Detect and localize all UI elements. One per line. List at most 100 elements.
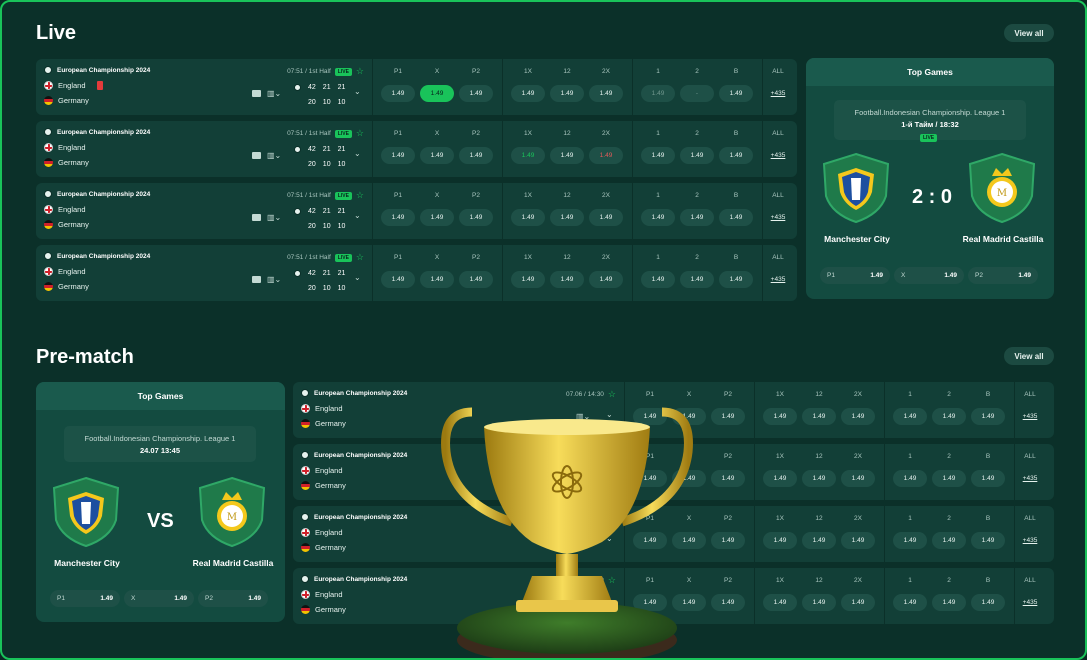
odds-button[interactable]: 1.49 (711, 470, 745, 487)
more-markets-link[interactable]: +435 (763, 214, 793, 221)
odds-button[interactable]: 1.49 (802, 470, 836, 487)
odds-button[interactable]: 1.49 (459, 85, 493, 102)
odds-button[interactable]: 1.49 (459, 209, 493, 226)
chevron-down-icon[interactable]: ⌄ (354, 273, 361, 282)
odds-button[interactable]: 1.49 (763, 594, 797, 611)
odds-button[interactable]: 1.49 (893, 470, 927, 487)
odds-button[interactable]: 1.49 (711, 408, 745, 425)
odds-button[interactable]: 1.49 (802, 532, 836, 549)
odds-button[interactable]: 1.49 (550, 209, 584, 226)
pm-top-games-odd-p2[interactable]: P2 1.49 (198, 590, 268, 607)
odds-button[interactable]: 1.49 (763, 470, 797, 487)
match-row[interactable]: European Championship 2024 England Germany… (36, 59, 797, 115)
odds-button[interactable]: 1.49 (763, 532, 797, 549)
odds-button[interactable]: 1.49 (711, 594, 745, 611)
odds-button[interactable]: 1.49 (550, 271, 584, 288)
odds-button[interactable]: 1.49 (589, 271, 623, 288)
odds-button[interactable]: 1.49 (932, 594, 966, 611)
odds-button[interactable]: 1.49 (893, 594, 927, 611)
odds-button[interactable]: 1.49 (932, 532, 966, 549)
more-markets-link[interactable]: +435 (763, 90, 793, 97)
odds-button[interactable]: 1.49 (893, 532, 927, 549)
odds-button[interactable]: 1.49 (550, 147, 584, 164)
live-view-all-button[interactable]: View all (1004, 24, 1054, 42)
odds-button[interactable]: 1.49 (802, 594, 836, 611)
odds-button[interactable]: 1.49 (589, 147, 623, 164)
top-games-odd-x[interactable]: X 1.49 (894, 267, 964, 284)
favorite-star-icon[interactable]: ☆ (356, 66, 364, 77)
pm-top-games-odd-p1[interactable]: P1 1.49 (50, 590, 120, 607)
match-row[interactable]: European Championship 2024 England Germany… (36, 183, 797, 239)
odds-button[interactable]: 1.49 (932, 408, 966, 425)
top-games-odd-p2[interactable]: P2 1.49 (968, 267, 1038, 284)
odds-button[interactable]: 1.49 (841, 594, 875, 611)
odds-button[interactable]: 1.49 (511, 147, 545, 164)
odds-button[interactable]: 1.49 (719, 85, 753, 102)
chevron-down-icon[interactable]: ⌄ (354, 87, 361, 96)
more-markets-link[interactable]: +435 (763, 152, 793, 159)
odds-button[interactable]: 1.49 (641, 209, 675, 226)
tv-stream-icon[interactable] (252, 152, 261, 159)
odds-button[interactable]: 1.49 (971, 470, 1005, 487)
prematch-view-all-button[interactable]: View all (1004, 347, 1054, 365)
more-markets-link[interactable]: +435 (1015, 599, 1045, 606)
favorite-star-icon[interactable]: ☆ (356, 190, 364, 201)
chevron-down-icon[interactable]: ⌄ (354, 211, 361, 220)
statistics-icon[interactable]: ▥⌄ (267, 151, 281, 160)
statistics-icon[interactable]: ▥⌄ (267, 213, 281, 222)
match-row[interactable]: European Championship 2024 England Germany… (36, 245, 797, 301)
live-top-games-card[interactable]: Top Games Football.Indonesian Championsh… (806, 58, 1054, 299)
odds-button[interactable]: 1.49 (511, 209, 545, 226)
odds-button[interactable]: 1.49 (511, 85, 545, 102)
odds-button[interactable]: 1.49 (420, 85, 454, 102)
odds-button[interactable]: 1.49 (459, 147, 493, 164)
odds-button[interactable]: 1.49 (802, 408, 836, 425)
odds-button[interactable]: 1.49 (971, 408, 1005, 425)
chevron-down-icon[interactable]: ⌄ (354, 149, 361, 158)
prematch-top-games-card[interactable]: Top Games Football.Indonesian Championsh… (36, 382, 285, 622)
odds-button[interactable]: 1.49 (511, 271, 545, 288)
odds-button[interactable]: 1.49 (711, 532, 745, 549)
odds-button[interactable]: 1.49 (841, 408, 875, 425)
odds-button[interactable]: 1.49 (841, 470, 875, 487)
odds-button[interactable]: 1.49 (763, 408, 797, 425)
odds-button[interactable]: 1.49 (420, 271, 454, 288)
odds-button[interactable]: 1.49 (680, 147, 714, 164)
odds-button[interactable]: 1.49 (719, 147, 753, 164)
more-markets-link[interactable]: +435 (1015, 475, 1045, 482)
odds-button[interactable]: 1.49 (420, 147, 454, 164)
odds-button[interactable]: 1.49 (381, 271, 415, 288)
odds-button[interactable]: 1.49 (971, 594, 1005, 611)
odds-button[interactable]: 1.49 (893, 408, 927, 425)
odds-button[interactable]: 1.49 (680, 209, 714, 226)
match-row[interactable]: European Championship 2024 England Germany… (36, 121, 797, 177)
odds-button[interactable]: - (680, 85, 714, 102)
tv-stream-icon[interactable] (252, 90, 261, 97)
odds-button[interactable]: 1.49 (841, 532, 875, 549)
odds-button[interactable]: 1.49 (641, 147, 675, 164)
odds-button[interactable]: 1.49 (459, 271, 493, 288)
odds-button[interactable]: 1.49 (641, 271, 675, 288)
statistics-icon[interactable]: ▥⌄ (267, 275, 281, 284)
statistics-icon[interactable]: ▥⌄ (267, 89, 281, 98)
odds-button[interactable]: 1.49 (589, 85, 623, 102)
odds-button[interactable]: 1.49 (641, 85, 675, 102)
more-markets-link[interactable]: +435 (763, 276, 793, 283)
pm-top-games-odd-x[interactable]: X 1.49 (124, 590, 194, 607)
favorite-star-icon[interactable]: ☆ (356, 128, 364, 139)
odds-button[interactable]: 1.49 (680, 271, 714, 288)
favorite-star-icon[interactable]: ☆ (356, 252, 364, 263)
odds-button[interactable]: 1.49 (381, 85, 415, 102)
odds-button[interactable]: 1.49 (420, 209, 454, 226)
odds-button[interactable]: 1.49 (719, 209, 753, 226)
odds-button[interactable]: 1.49 (381, 209, 415, 226)
odds-button[interactable]: 1.49 (381, 147, 415, 164)
odds-button[interactable]: 1.49 (589, 209, 623, 226)
more-markets-link[interactable]: +435 (1015, 537, 1045, 544)
odds-button[interactable]: 1.49 (971, 532, 1005, 549)
tv-stream-icon[interactable] (252, 214, 261, 221)
odds-button[interactable]: 1.49 (719, 271, 753, 288)
tv-stream-icon[interactable] (252, 276, 261, 283)
more-markets-link[interactable]: +435 (1015, 413, 1045, 420)
odds-button[interactable]: 1.49 (932, 470, 966, 487)
